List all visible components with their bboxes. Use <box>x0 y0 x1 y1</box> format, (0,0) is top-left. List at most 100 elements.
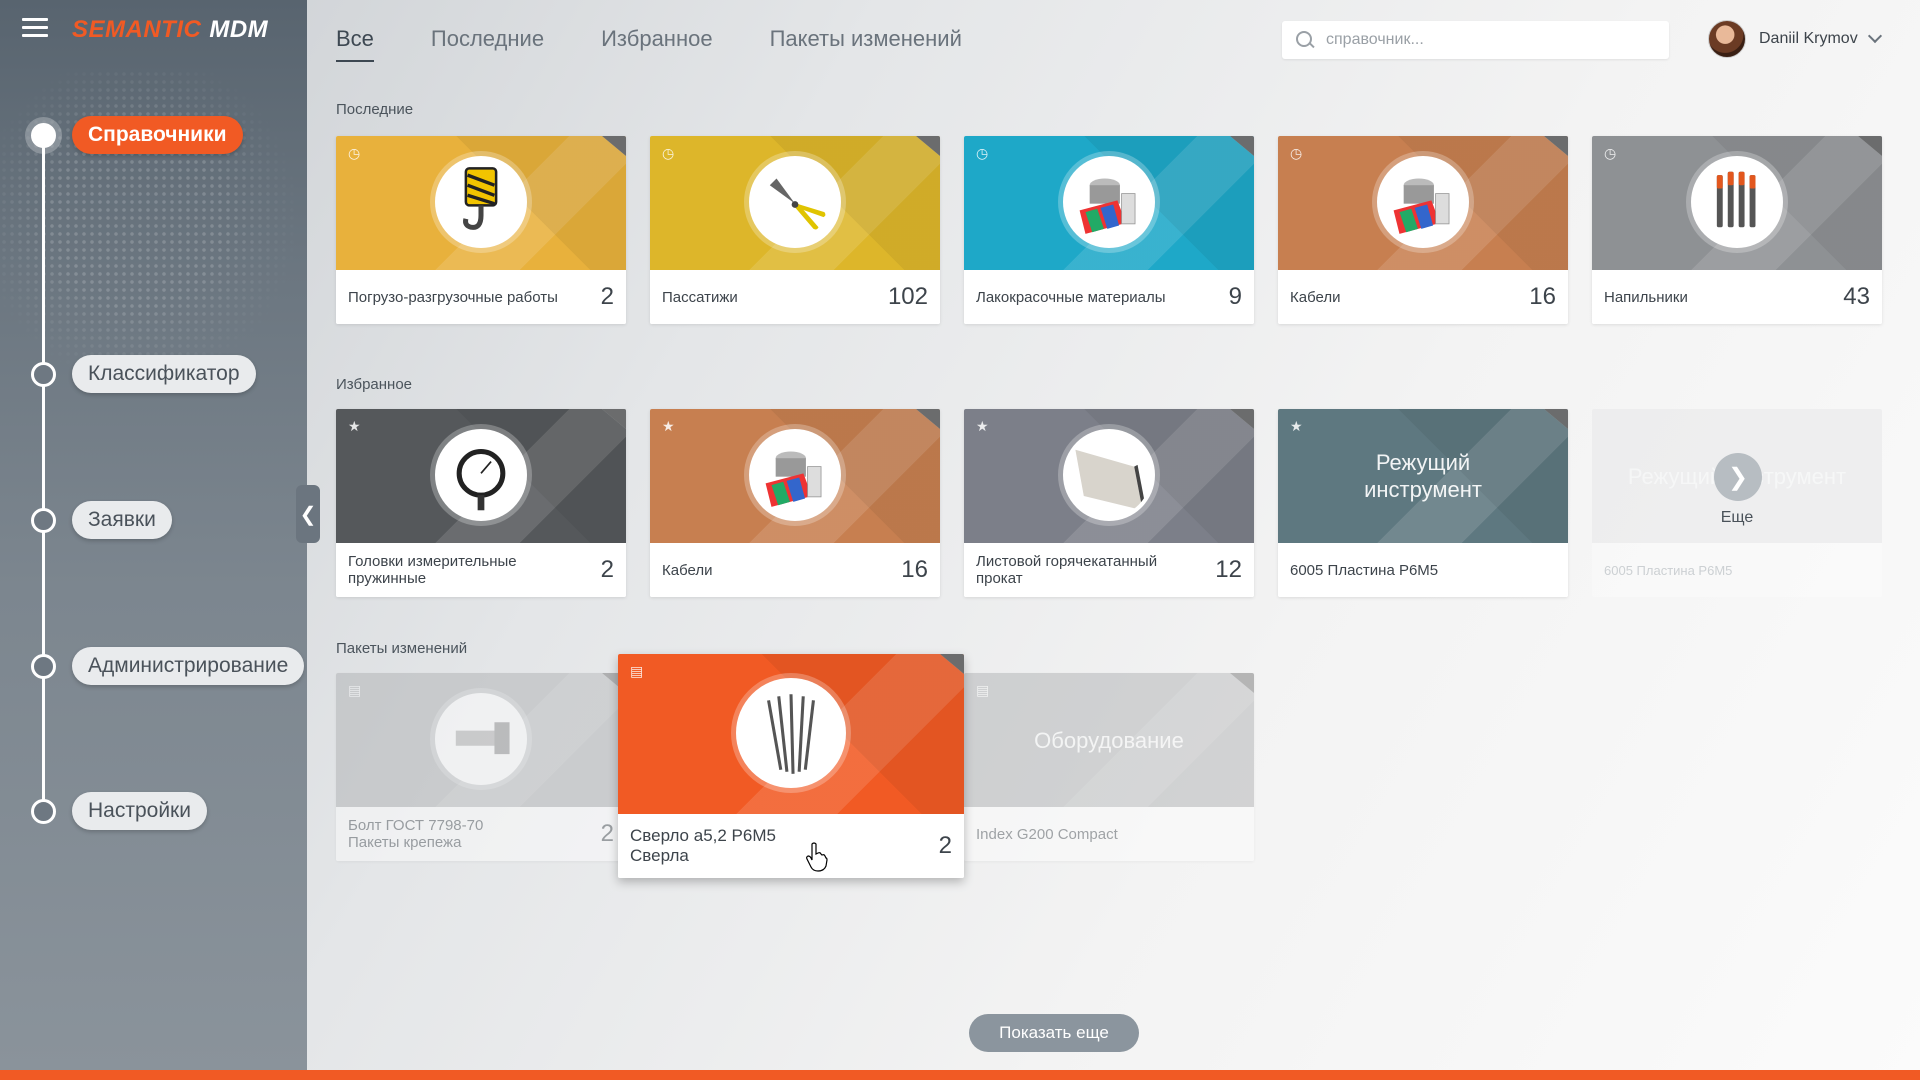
card-header: ★ <box>964 409 1254 543</box>
tab-recent[interactable]: Последние <box>431 26 544 62</box>
recent-clock-icon: ◷ <box>976 145 989 161</box>
hand-cursor-icon <box>806 842 828 872</box>
sidebar: SEMANTIC MDM Справочники Классификатор За… <box>0 0 307 1070</box>
card-header: ▤ <box>336 673 626 807</box>
card-name: Болт ГОСТ 7798-70 Пакеты крепежа <box>348 817 591 851</box>
recent-clock-icon: ◷ <box>348 145 361 161</box>
card-footer: Лакокрасочные материалы 9 <box>964 270 1254 324</box>
card-package-2[interactable]: ▤ Сверло а5,2 Р6М5 Сверла 2 <box>618 654 964 878</box>
card-count: 43 <box>1843 283 1870 310</box>
sidebar-item-label: Справочники <box>72 116 243 154</box>
card-favorite-1[interactable]: ★ Головки измерительные пружинные 2 <box>336 409 626 597</box>
user-name: Daniil Krymov <box>1759 30 1858 47</box>
card-name-line1: Болт ГОСТ 7798-70 <box>348 817 484 834</box>
card-footer: 6005 Пластина Р6М5 <box>1278 543 1568 597</box>
card-footer: Головки измерительные пружинные 2 <box>336 543 626 597</box>
sidebar-item-label: Настройки <box>72 792 207 830</box>
star-icon: ★ <box>348 418 361 434</box>
card-name: Index G200 Compact <box>976 825 1118 843</box>
card-count: 2 <box>600 820 614 847</box>
card-footer: Index G200 Compact <box>964 807 1254 861</box>
card-recent-1[interactable]: ◷ Погрузо-разгрузочные работы 2 <box>336 136 626 324</box>
timeline-dot <box>31 361 56 387</box>
sidebar-item-label: Администрирование <box>72 647 305 685</box>
avatar <box>1708 20 1746 58</box>
card-count: 12 <box>1215 556 1242 583</box>
main-tabs: Все Последние Избранное Пакеты изменений <box>336 26 1019 62</box>
timeline-dot <box>31 653 56 679</box>
card-favorite-2[interactable]: ★ Кабели 16 <box>650 409 940 597</box>
search-icon <box>1296 31 1314 49</box>
paint-icon <box>1377 156 1469 248</box>
card-name: Листовой горячекатанный прокат <box>976 553 1158 587</box>
timeline-dot <box>31 122 56 148</box>
tab-all[interactable]: Все <box>336 26 374 62</box>
card-count: 16 <box>901 556 928 583</box>
card-footer: Погрузо-разгрузочные работы 2 <box>336 270 626 324</box>
files-icon <box>1691 156 1783 248</box>
crane-hook-icon <box>435 156 527 248</box>
card-header: ★ <box>650 409 940 543</box>
tab-change-packages[interactable]: Пакеты изменений <box>770 26 962 62</box>
sidebar-item-label: Классификатор <box>72 355 256 393</box>
recent-clock-icon: ◷ <box>1290 145 1303 161</box>
chevron-down-icon <box>1867 28 1882 44</box>
menu-icon[interactable] <box>22 18 48 38</box>
card-favorite-4[interactable]: ★ Режущий инструмент 6005 Пластина Р6М5 <box>1278 409 1568 597</box>
timeline-dot <box>31 798 56 824</box>
card-footer: Напильники 43 <box>1592 270 1882 324</box>
card-recent-5[interactable]: ◷ Напильники 43 <box>1592 136 1882 324</box>
pliers-icon <box>749 156 841 248</box>
card-recent-3[interactable]: ◷ Лакокрасочные материалы 9 <box>964 136 1254 324</box>
more-favorites-card[interactable]: Режущий инструмент 6005 Пластина Р6М5 ❯ … <box>1592 409 1882 597</box>
section-title-packages: Пакеты изменений <box>336 640 468 657</box>
collapse-sidebar-button[interactable]: ❮ <box>296 485 320 543</box>
card-count: 16 <box>1529 283 1556 310</box>
card-name: 6005 Пластина Р6М5 <box>1290 561 1439 579</box>
card-name: Сверло а5,2 Р6М5 Сверла <box>630 826 929 866</box>
card-footer: Болт ГОСТ 7798-70 Пакеты крепежа 2 <box>336 807 626 861</box>
card-footer: Пассатижи 102 <box>650 270 940 324</box>
card-header: ◷ <box>964 136 1254 270</box>
card-category-text: Режущий инструмент <box>1364 450 1482 502</box>
logo-text-mdm: MDM <box>209 16 269 43</box>
card-recent-4[interactable]: ◷ Кабели 16 <box>1278 136 1568 324</box>
sidebar-item-label: Заявки <box>72 501 172 539</box>
user-menu[interactable]: Daniil Krymov <box>1708 20 1882 58</box>
card-favorite-3[interactable]: ★ Листовой горячекатанный прокат 12 <box>964 409 1254 597</box>
chevron-right-icon[interactable]: ❯ <box>1714 453 1762 501</box>
search-box[interactable] <box>1282 21 1669 59</box>
show-more-button[interactable]: Показать еще <box>969 1014 1139 1052</box>
tab-favorites[interactable]: Избранное <box>601 26 713 62</box>
card-package-3[interactable]: ▤ Оборудование Index G200 Compact <box>964 673 1254 861</box>
card-name: Кабели <box>662 561 713 579</box>
document-icon: ▤ <box>348 682 362 698</box>
search-input[interactable] <box>1326 31 1646 49</box>
card-header: ★ <box>336 409 626 543</box>
card-name: Кабели <box>1290 288 1341 306</box>
card-header: ◷ <box>1278 136 1568 270</box>
card-footer: Кабели 16 <box>1278 270 1568 324</box>
card-footer: Сверло а5,2 Р6М5 Сверла 2 <box>618 814 964 878</box>
bottom-accent-bar <box>0 1070 1920 1080</box>
recent-clock-icon: ◷ <box>1604 145 1617 161</box>
card-footer: Кабели 16 <box>650 543 940 597</box>
card-name-line1: Сверло а5,2 Р6М5 <box>630 826 776 845</box>
card-recent-2[interactable]: ◷ Пассатижи 102 <box>650 136 940 324</box>
card-name: Пассатижи <box>662 288 738 306</box>
card-count: 102 <box>887 283 928 310</box>
paint-icon <box>1063 156 1155 248</box>
card-header: ▤ Оборудование <box>964 673 1254 807</box>
card-package-1[interactable]: ▤ Болт ГОСТ 7798-70 Пакеты крепежа 2 <box>336 673 626 861</box>
card-title-text: Режущий инструмент <box>1278 409 1568 543</box>
card-name: Погрузо-разгрузочные работы <box>348 288 558 306</box>
card-count: 2 <box>600 283 614 310</box>
chevron-left-icon: ❮ <box>299 503 317 526</box>
section-title-recent: Последние <box>336 101 414 118</box>
timeline-line <box>42 135 45 811</box>
card-name: Напильники <box>1604 288 1688 306</box>
paint-icon <box>749 429 841 521</box>
card-name: Лакокрасочные материалы <box>976 288 1166 306</box>
recent-clock-icon: ◷ <box>662 145 675 161</box>
app-logo[interactable]: SEMANTIC MDM <box>72 16 268 44</box>
